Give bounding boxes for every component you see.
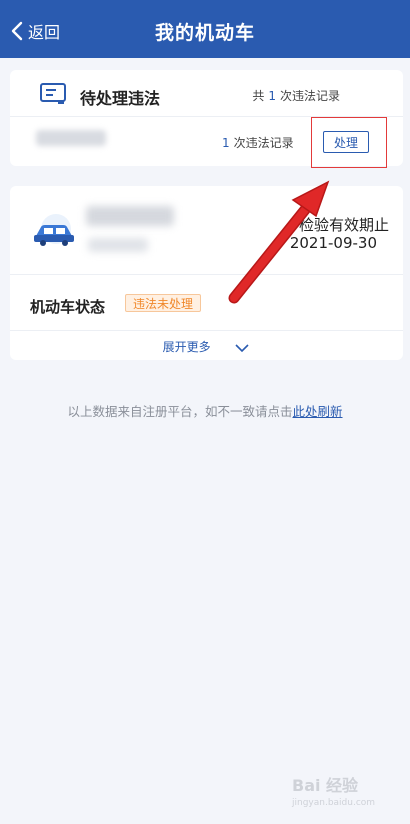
- blurred-vehicle-name: [86, 206, 174, 226]
- violation-item-count: 1 次违法记录: [222, 136, 294, 150]
- data-source-note: 以上数据来自注册平台，如不一致请点击此处刷新: [67, 404, 343, 419]
- document-icon: [40, 83, 66, 104]
- divider: [10, 330, 403, 331]
- blurred-vehicle-detail: [88, 238, 148, 252]
- expand-more-label: 展开更多: [162, 340, 211, 354]
- chevron-down-icon: [235, 343, 249, 352]
- status-badge: 违法未处理: [125, 294, 202, 312]
- divider: [10, 274, 403, 275]
- refresh-link[interactable]: 此处刷新: [293, 404, 343, 419]
- vehicle-status-label: 机动车状态: [30, 298, 106, 316]
- blurred-plate-number: [36, 130, 106, 146]
- violations-card: 待处理违法 共 1 次违法记录 1 次违法记录 处理: [10, 70, 403, 168]
- vehicle-card: 检验有效期止 2021-09-30 机动车状态 违法未处理 展开更多: [10, 186, 403, 360]
- page-title: 我的机动车: [154, 22, 255, 44]
- handle-button[interactable]: 处理: [323, 131, 369, 153]
- expand-more-button[interactable]: 展开更多: [10, 338, 403, 355]
- inspection-valid-date: 2021-09-30: [289, 234, 377, 252]
- car-icon: [34, 214, 74, 246]
- inspection-valid-label: 检验有效期止: [298, 216, 389, 234]
- watermark-logo: Bai 经验 jingyan.baidu.com: [292, 776, 376, 808]
- app-header: 返回 我的机动车: [0, 0, 410, 58]
- violations-title: 待处理违法: [80, 89, 161, 108]
- violations-total: 共 1 次违法记录: [252, 89, 340, 103]
